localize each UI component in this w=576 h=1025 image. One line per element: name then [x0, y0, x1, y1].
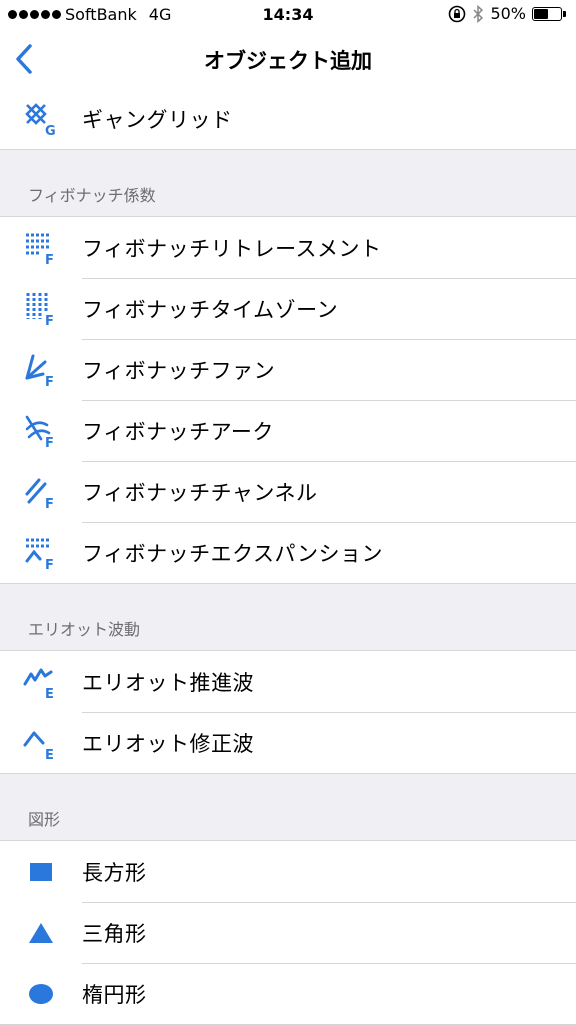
list-item-gann-grid[interactable]: G ギャングリッド — [0, 88, 576, 149]
list-item-rectangle[interactable]: 長方形 — [0, 841, 576, 902]
list-item-fibonacci-fan[interactable]: F フィボナッチファン — [0, 339, 576, 400]
list-item-label: エリオット推進波 — [82, 670, 254, 695]
fibonacci-fan-icon: F — [0, 339, 82, 400]
list-item-label: フィボナッチファン — [82, 358, 276, 383]
fibonacci-arc-icon: F — [0, 400, 82, 461]
list-item-label: エリオット修正波 — [82, 731, 254, 756]
list-item-ellipse[interactable]: 楕円形 — [0, 963, 576, 1024]
bluetooth-icon — [473, 4, 484, 23]
svg-text:G: G — [45, 124, 56, 137]
list-item-label: フィボナッチタイムゾーン — [82, 297, 339, 322]
triangle-icon — [0, 902, 82, 963]
gann-grid-icon: G — [0, 88, 82, 149]
list-item-fibonacci-arc[interactable]: F フィボナッチアーク — [0, 400, 576, 461]
section-header-shapes: 図形 — [0, 774, 576, 840]
ellipse-icon — [0, 963, 82, 1024]
page-title: オブジェクト追加 — [204, 49, 372, 73]
object-list: G ギャングリッド フィボナッチ係数 F フィボナッチリトレースメント F フィ… — [0, 88, 576, 1025]
top-group: G ギャングリッド — [0, 88, 576, 150]
navigation-bar: オブジェクト追加 — [0, 30, 576, 89]
svg-text:F: F — [45, 558, 54, 571]
shapes-group: 長方形 三角形 楕円形 — [0, 840, 576, 1025]
svg-text:F: F — [45, 436, 54, 449]
fibonacci-expansion-icon: F — [0, 522, 82, 583]
list-item-label: 三角形 — [82, 921, 147, 946]
list-item-fibonacci-time-zone[interactable]: F フィボナッチタイムゾーン — [0, 278, 576, 339]
status-bar: SoftBank 4G 14:34 50% — [0, 0, 576, 30]
list-item-label: フィボナッチアーク — [82, 419, 274, 444]
svg-text:E: E — [45, 748, 54, 761]
list-item-label: 長方形 — [82, 860, 147, 885]
elliott-correction-wave-icon: E — [0, 712, 82, 773]
section-title: エリオット波動 — [28, 620, 141, 639]
elliott-impulse-wave-icon: E — [0, 651, 82, 712]
fibonacci-group: F フィボナッチリトレースメント F フィボナッチタイムゾーン F フィボナッチ… — [0, 216, 576, 584]
section-title: 図形 — [28, 810, 61, 829]
battery-percent: 50% — [490, 4, 526, 23]
list-item-fibonacci-channel[interactable]: F フィボナッチチャンネル — [0, 461, 576, 522]
svg-text:F: F — [45, 375, 54, 388]
list-item-label: フィボナッチリトレースメント — [82, 236, 382, 261]
list-item-triangle[interactable]: 三角形 — [0, 902, 576, 963]
list-item-label: フィボナッチチャンネル — [82, 480, 318, 505]
status-right: 50% — [448, 4, 566, 23]
rectangle-icon — [0, 841, 82, 902]
orientation-lock-icon — [449, 5, 466, 22]
list-item-fibonacci-expansion[interactable]: F フィボナッチエクスパンション — [0, 522, 576, 583]
section-title: フィボナッチ係数 — [28, 186, 156, 205]
section-header-elliott: エリオット波動 — [0, 584, 576, 650]
svg-text:F: F — [45, 253, 54, 266]
list-item-label: ギャングリッド — [82, 107, 233, 132]
svg-text:F: F — [45, 497, 54, 510]
list-item-label: フィボナッチエクスパンション — [82, 541, 383, 566]
list-item-fibonacci-retracement[interactable]: F フィボナッチリトレースメント — [0, 217, 576, 278]
fibonacci-time-zone-icon: F — [0, 278, 82, 339]
fibonacci-channel-icon: F — [0, 461, 82, 522]
svg-text:F: F — [45, 314, 54, 327]
list-item-label: 楕円形 — [82, 982, 147, 1007]
svg-text:E: E — [45, 687, 54, 700]
fibonacci-retracement-icon: F — [0, 217, 82, 278]
list-item-elliott-correction-wave[interactable]: E エリオット修正波 — [0, 712, 576, 773]
section-header-fibonacci: フィボナッチ係数 — [0, 150, 576, 216]
list-item-elliott-impulse-wave[interactable]: E エリオット推進波 — [0, 651, 576, 712]
battery-icon — [532, 6, 562, 21]
battery-tip — [563, 10, 566, 17]
elliott-group: E エリオット推進波 E エリオット修正波 — [0, 650, 576, 774]
